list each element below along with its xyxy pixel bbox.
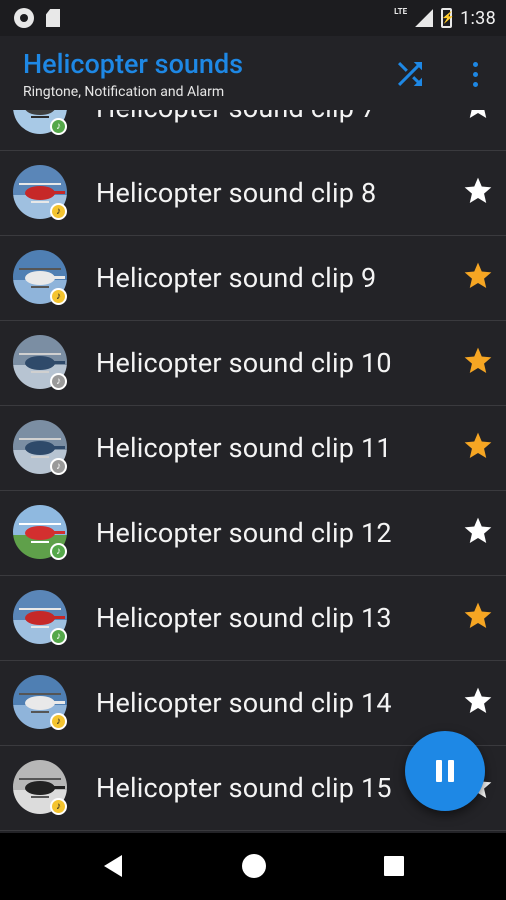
back-icon[interactable] xyxy=(104,855,122,877)
list-item-label: Helicopter sound clip 12 xyxy=(96,517,392,549)
music-note-icon: ♪ xyxy=(50,543,67,560)
star-icon[interactable] xyxy=(462,110,494,122)
star-filled-icon[interactable] xyxy=(462,260,494,292)
star-filled-icon[interactable] xyxy=(462,345,494,377)
shuffle-button[interactable] xyxy=(390,56,430,92)
list-item[interactable]: ♪ Helicopter sound clip 13 xyxy=(0,576,506,661)
navigation-bar xyxy=(0,833,506,900)
home-icon[interactable] xyxy=(242,854,266,878)
recents-icon[interactable] xyxy=(384,856,404,876)
app-bar: Helicopter sounds Ringtone, Notification… xyxy=(0,36,506,110)
music-note-icon: ♪ xyxy=(50,798,67,815)
more-options-button[interactable] xyxy=(462,54,488,94)
list-item-label: Helicopter sound clip 9 xyxy=(96,262,377,294)
status-bar: LTE 1:38 xyxy=(0,0,506,36)
pause-icon xyxy=(436,760,442,782)
music-note-icon: ♪ xyxy=(50,288,67,305)
list-item-label: Helicopter sound clip 10 xyxy=(96,347,392,379)
battery-charging-icon xyxy=(441,8,455,28)
app-title: Helicopter sounds xyxy=(23,48,244,80)
music-note-icon: ♪ xyxy=(50,203,67,220)
star-icon[interactable] xyxy=(462,515,494,547)
music-note-icon: ♪ xyxy=(50,713,67,730)
star-icon[interactable] xyxy=(462,175,494,207)
list-item[interactable]: ♪ Helicopter sound clip 7 xyxy=(0,110,506,151)
sound-list[interactable]: ♪ Helicopter sound clip 7 ♪ Helicopter soun… xyxy=(0,110,506,833)
pause-button[interactable] xyxy=(405,731,485,811)
list-item-label: Helicopter sound clip 14 xyxy=(96,687,392,719)
music-note-icon: ♪ xyxy=(50,118,67,135)
music-note-icon: ♪ xyxy=(50,628,67,645)
list-item-label: Helicopter sound clip 15 xyxy=(96,772,392,804)
list-item-label: Helicopter sound clip 7 xyxy=(96,110,376,124)
star-filled-icon[interactable] xyxy=(462,430,494,462)
sd-card-icon xyxy=(46,9,60,27)
list-item-label: Helicopter sound clip 13 xyxy=(96,602,392,634)
list-item[interactable]: ♪ Helicopter sound clip 11 xyxy=(0,406,506,491)
music-note-icon: ♪ xyxy=(50,458,67,475)
list-item-label: Helicopter sound clip 8 xyxy=(96,177,377,209)
clock: 1:38 xyxy=(460,7,496,29)
list-item-label: Helicopter sound clip 11 xyxy=(96,432,392,464)
list-item[interactable]: ♪ Helicopter sound clip 10 xyxy=(0,321,506,406)
star-icon[interactable] xyxy=(462,685,494,717)
more-vert-icon xyxy=(472,61,478,67)
music-note-icon: ♪ xyxy=(50,373,67,390)
network-type-label: LTE xyxy=(394,6,408,16)
list-item[interactable]: ♪ Helicopter sound clip 8 xyxy=(0,151,506,236)
app-subtitle: Ringtone, Notification and Alarm xyxy=(23,84,225,100)
notification-circle-icon xyxy=(14,8,34,28)
signal-icon xyxy=(415,9,434,27)
star-filled-icon[interactable] xyxy=(462,600,494,632)
list-item[interactable]: ♪ Helicopter sound clip 12 xyxy=(0,491,506,576)
shuffle-icon xyxy=(398,62,422,86)
list-item[interactable]: ♪ Helicopter sound clip 9 xyxy=(0,236,506,321)
